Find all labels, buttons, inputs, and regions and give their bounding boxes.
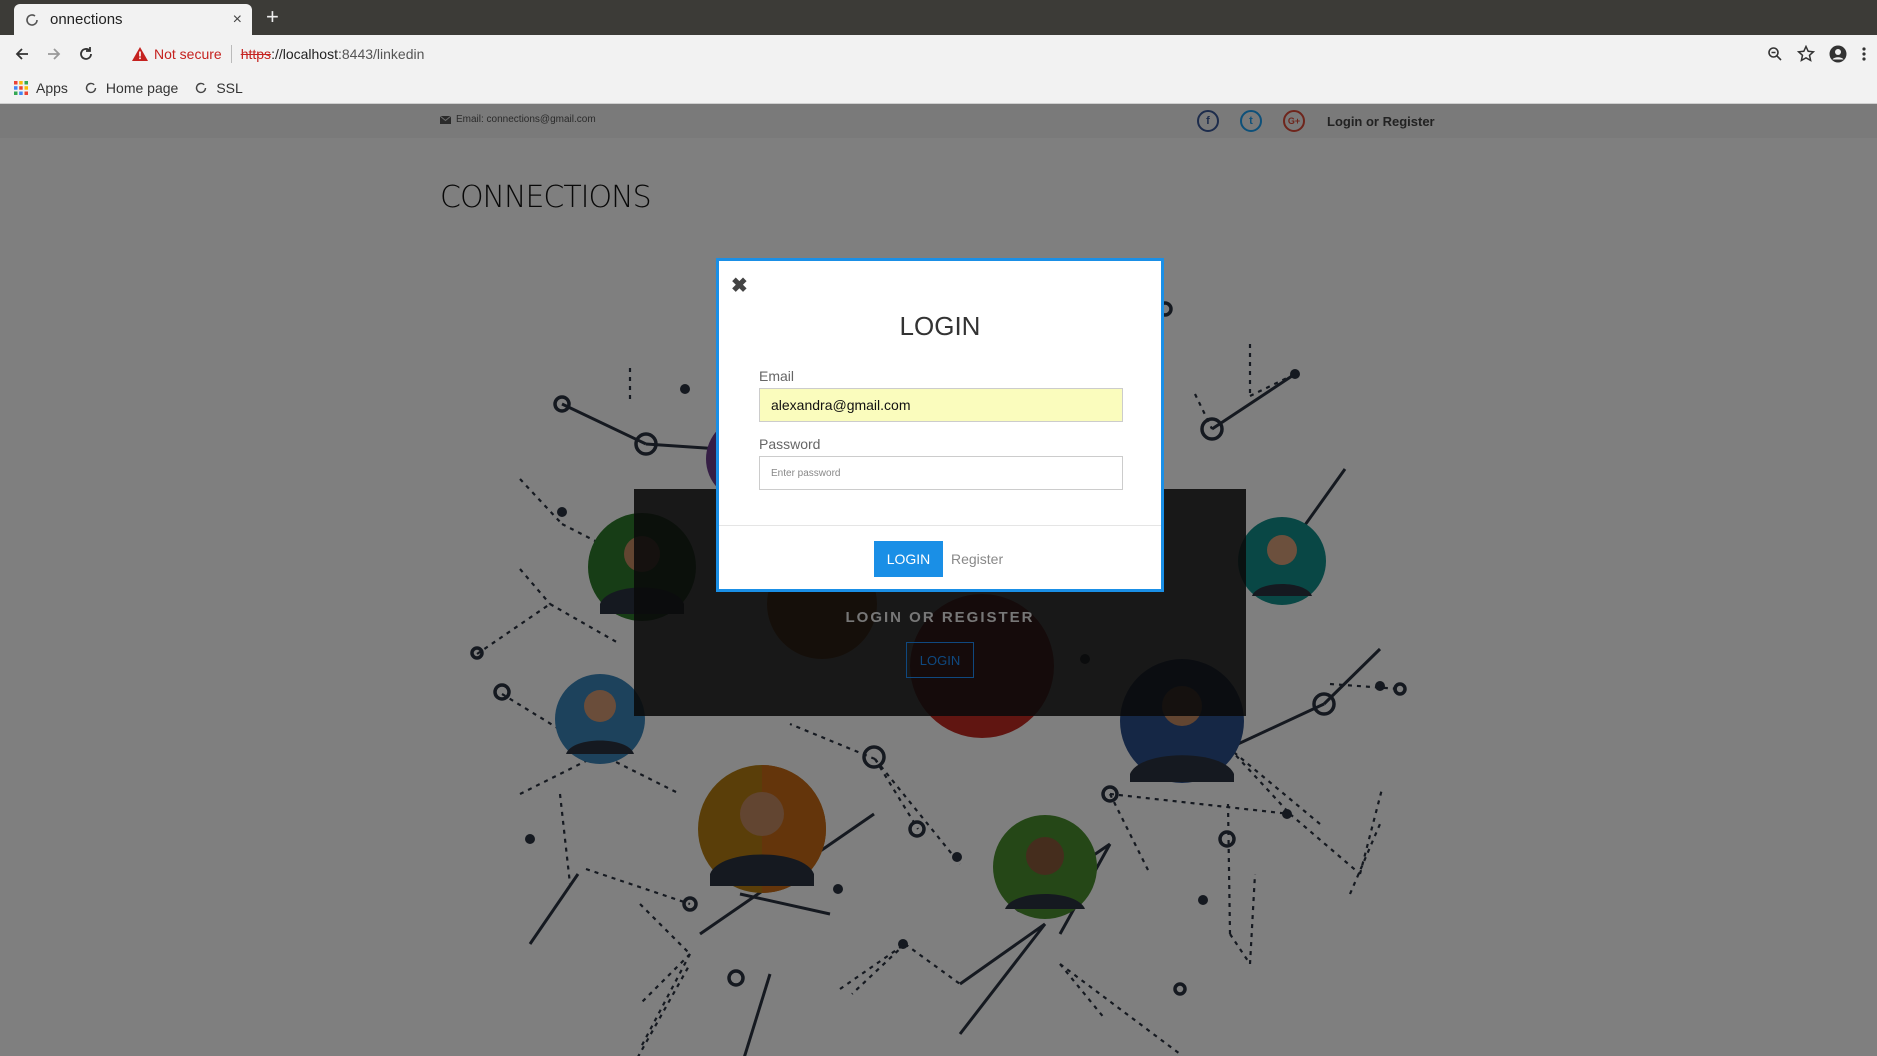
zoom-icon[interactable] [1767, 46, 1783, 62]
reload-icon [80, 46, 92, 60]
bookmarks-bar: Apps Home page SSL [0, 72, 1877, 104]
security-indicator[interactable]: Not secure [132, 46, 222, 62]
loading-icon [26, 13, 38, 26]
bookmark-home-page[interactable]: Home page [84, 80, 178, 96]
browser-toolbar: Not secure https://localhost:8443/linked… [0, 35, 1877, 72]
back-button[interactable] [6, 38, 38, 70]
bookmark-label: SSL [216, 79, 243, 96]
warning-icon [132, 46, 148, 61]
url-protocol: https [240, 45, 272, 62]
email-field[interactable] [759, 388, 1123, 422]
not-secure-label: Not secure [154, 45, 222, 62]
bookmark-star-icon[interactable] [1797, 44, 1815, 63]
bookmark-label: Home page [105, 79, 179, 96]
close-icon[interactable]: ✖ [731, 273, 748, 298]
browser-tab[interactable]: onnections × [14, 4, 252, 35]
password-label: Password [759, 436, 821, 452]
modal-divider [719, 525, 1161, 526]
modal-title: LOGIN [899, 311, 981, 341]
forward-button[interactable] [38, 38, 70, 70]
login-modal: ✖ LOGIN Email Password LOGIN Register [716, 258, 1164, 592]
email-label: Email [759, 368, 795, 384]
page-icon [85, 82, 97, 93]
apps-grid-icon [14, 80, 28, 95]
forward-arrow-icon [48, 47, 61, 60]
profile-icon[interactable] [1829, 45, 1847, 63]
new-tab-button[interactable]: + [266, 5, 279, 29]
register-link[interactable]: Register [951, 551, 1003, 567]
url-host: ://localhost [271, 45, 338, 62]
login-button[interactable]: LOGIN [874, 541, 943, 577]
reload-button[interactable] [70, 38, 102, 70]
tab-close-icon[interactable]: × [233, 11, 242, 29]
url-separator [230, 44, 232, 63]
tab-title: onnections [50, 11, 123, 28]
toolbar-right [1767, 35, 1867, 72]
tab-strip: onnections × + [0, 0, 1877, 35]
menu-kebab-icon[interactable] [1861, 46, 1867, 62]
password-field[interactable] [759, 456, 1123, 490]
url-path: :8443/linkedin [338, 45, 425, 62]
address-bar[interactable]: https://localhost:8443/linkedin [241, 46, 425, 62]
page-icon [196, 82, 207, 93]
bookmark-apps[interactable]: Apps [14, 80, 68, 96]
bookmark-ssl[interactable]: SSL [194, 79, 243, 96]
bookmark-label: Apps [36, 79, 68, 96]
back-arrow-icon [15, 47, 28, 60]
